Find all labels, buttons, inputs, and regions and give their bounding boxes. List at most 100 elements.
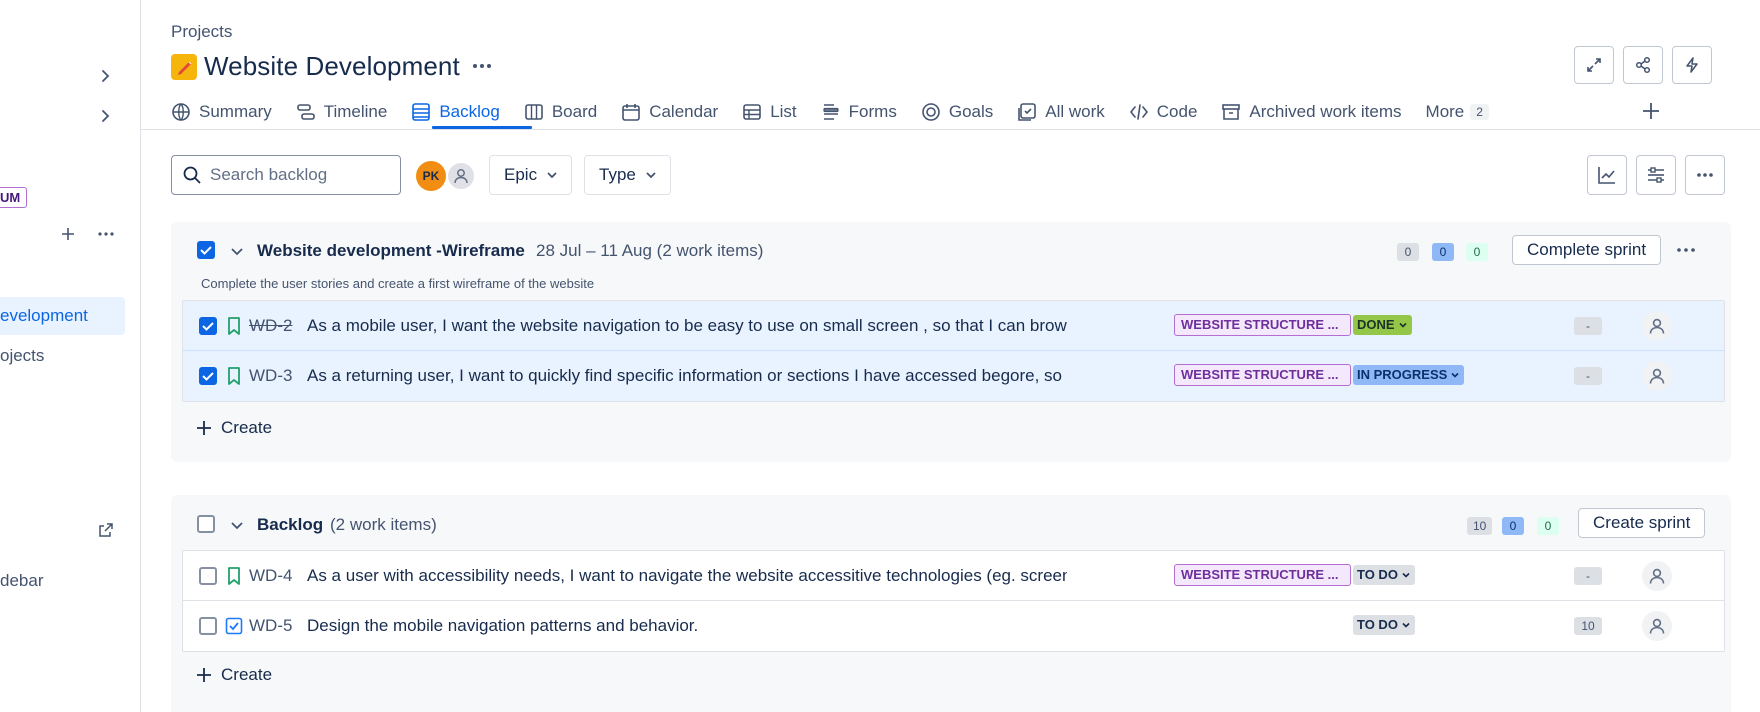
tab-list[interactable]: List (742, 98, 797, 126)
chevron-down-icon (636, 168, 658, 182)
chevron-down-icon[interactable] (229, 517, 245, 533)
tab-backlog[interactable]: Backlog (411, 98, 500, 126)
issue-key[interactable]: WD-5 (249, 616, 292, 636)
automation-button[interactable] (1672, 46, 1712, 84)
row-checkbox[interactable] (199, 617, 217, 635)
share-button[interactable] (1623, 46, 1663, 84)
complete-sprint-button[interactable]: Complete sprint (1512, 235, 1662, 265)
create-item-button[interactable]: Create (195, 665, 272, 685)
chevron-down-icon[interactable] (229, 243, 245, 259)
row-checkbox[interactable] (199, 317, 217, 335)
avatar[interactable]: PK (416, 161, 446, 191)
table-row[interactable]: WD-2 As a mobile user, I want the websit… (183, 301, 1724, 351)
issue-summary[interactable]: As a mobile user, I want the website nav… (307, 316, 1067, 336)
plus-icon[interactable] (60, 226, 76, 242)
assignee-avatar[interactable] (1642, 311, 1672, 341)
backlog-title[interactable]: Backlog (257, 515, 323, 535)
assignee-avatar[interactable] (1642, 361, 1672, 391)
project-tabs: Summary Timeline Backlog Board Calendar … (171, 98, 1513, 130)
more-actions-button[interactable] (1685, 155, 1725, 195)
view-settings-button[interactable] (1636, 155, 1676, 195)
plus-icon (195, 666, 221, 684)
sidebar-item-projects[interactable]: ojects (0, 346, 44, 366)
search-field[interactable] (171, 155, 401, 195)
type-filter[interactable]: Type (584, 155, 671, 195)
user-icon (1649, 618, 1665, 634)
more-icon[interactable] (470, 58, 494, 74)
issue-summary[interactable]: As a returning user, I want to quickly f… (307, 366, 1067, 386)
tab-timeline[interactable]: Timeline (296, 98, 387, 126)
left-sidebar: UM evelopment ojects debar (0, 0, 141, 712)
status-label: TO DO (1357, 617, 1398, 632)
backlog-checkbox[interactable] (197, 515, 215, 533)
estimate[interactable]: - (1574, 567, 1602, 585)
globe-icon (171, 102, 199, 122)
sprint-description: Complete the user stories and create a f… (201, 276, 595, 291)
code-icon (1129, 102, 1157, 122)
chevron-right-icon[interactable] (96, 67, 114, 85)
epic-lozenge[interactable]: WEBSITE STRUCTURE ... (1174, 314, 1351, 336)
create-sprint-button[interactable]: Create sprint (1578, 508, 1706, 538)
assignee-avatar[interactable] (1642, 611, 1672, 641)
epic-lozenge[interactable]: WEBSITE STRUCTURE ... (1174, 564, 1351, 586)
chevron-down-icon (1402, 572, 1410, 578)
status-badge[interactable]: TO DO (1353, 615, 1415, 635)
estimate[interactable]: - (1574, 367, 1602, 385)
todo-count: 0 (1397, 243, 1419, 261)
tab-goals[interactable]: Goals (921, 98, 993, 126)
search-input[interactable] (210, 165, 390, 185)
tab-label: Backlog (439, 102, 500, 121)
issue-summary[interactable]: Design the mobile navigation patterns an… (307, 616, 1067, 636)
external-link-icon[interactable] (98, 522, 114, 538)
status-badge[interactable]: IN PROGRESS (1353, 365, 1465, 385)
tab-summary[interactable]: Summary (171, 98, 272, 126)
tab-forms[interactable]: Forms (821, 98, 897, 126)
tab-code[interactable]: Code (1129, 98, 1198, 126)
insights-button[interactable] (1587, 155, 1627, 195)
tab-calendar[interactable]: Calendar (621, 98, 718, 126)
tab-archived-work-items[interactable]: Archived work items (1221, 98, 1402, 126)
tab-label: More (1425, 102, 1465, 121)
issue-key[interactable]: WD-2 (249, 316, 292, 336)
issue-key[interactable]: WD-4 (249, 566, 292, 586)
table-row[interactable]: WD-4 As a user with accessibility needs,… (183, 551, 1724, 601)
tab-board[interactable]: Board (524, 98, 597, 126)
chevron-right-icon[interactable] (96, 107, 114, 125)
tab-label: Code (1156, 102, 1198, 121)
status-badge[interactable]: DONE (1353, 315, 1412, 335)
epic-filter[interactable]: Epic (489, 155, 573, 195)
expand-button[interactable] (1574, 46, 1614, 84)
tab-label: Board (551, 102, 598, 121)
breadcrumb[interactable]: Projects (171, 22, 232, 42)
sidebar-item-website-development[interactable]: evelopment (0, 297, 125, 335)
sprint-checkbox[interactable] (197, 241, 215, 259)
status-badge[interactable]: TO DO (1353, 565, 1415, 585)
chevron-down-icon (1451, 372, 1459, 378)
todo-count: 10 (1467, 517, 1493, 535)
epic-lozenge[interactable]: WEBSITE STRUCTURE ... (1174, 364, 1351, 386)
lightning-icon (1683, 56, 1701, 74)
issue-summary[interactable]: As a user with accessibility needs, I wa… (307, 566, 1067, 586)
table-row[interactable]: WD-3 As a returning user, I want to quic… (183, 351, 1724, 401)
backlog-icon (411, 102, 439, 122)
issue-key[interactable]: WD-3 (249, 366, 292, 386)
row-checkbox[interactable] (199, 567, 217, 585)
assignee-avatar[interactable] (1642, 561, 1672, 591)
story-icon (225, 566, 243, 586)
header-divider (141, 129, 1760, 130)
estimate[interactable]: - (1574, 317, 1602, 335)
tab-count-badge: 2 (1470, 104, 1489, 120)
more-icon[interactable] (96, 226, 116, 242)
sidebar-item-sidebar[interactable]: debar (0, 571, 43, 591)
tab-more[interactable]: More 2 (1426, 98, 1489, 126)
row-checkbox[interactable] (199, 367, 217, 385)
estimate[interactable]: 10 (1574, 617, 1602, 635)
table-row[interactable]: WD-5 Design the mobile navigation patter… (183, 601, 1724, 651)
more-icon[interactable] (1674, 242, 1698, 258)
add-tab-icon[interactable] (1640, 100, 1662, 122)
create-item-button[interactable]: Create (195, 418, 272, 438)
archive-icon (1221, 102, 1249, 122)
avatar-unassigned[interactable] (446, 161, 476, 191)
tab-all-work[interactable]: All work (1017, 98, 1105, 126)
sprint-title[interactable]: Website development -Wireframe (257, 241, 525, 261)
